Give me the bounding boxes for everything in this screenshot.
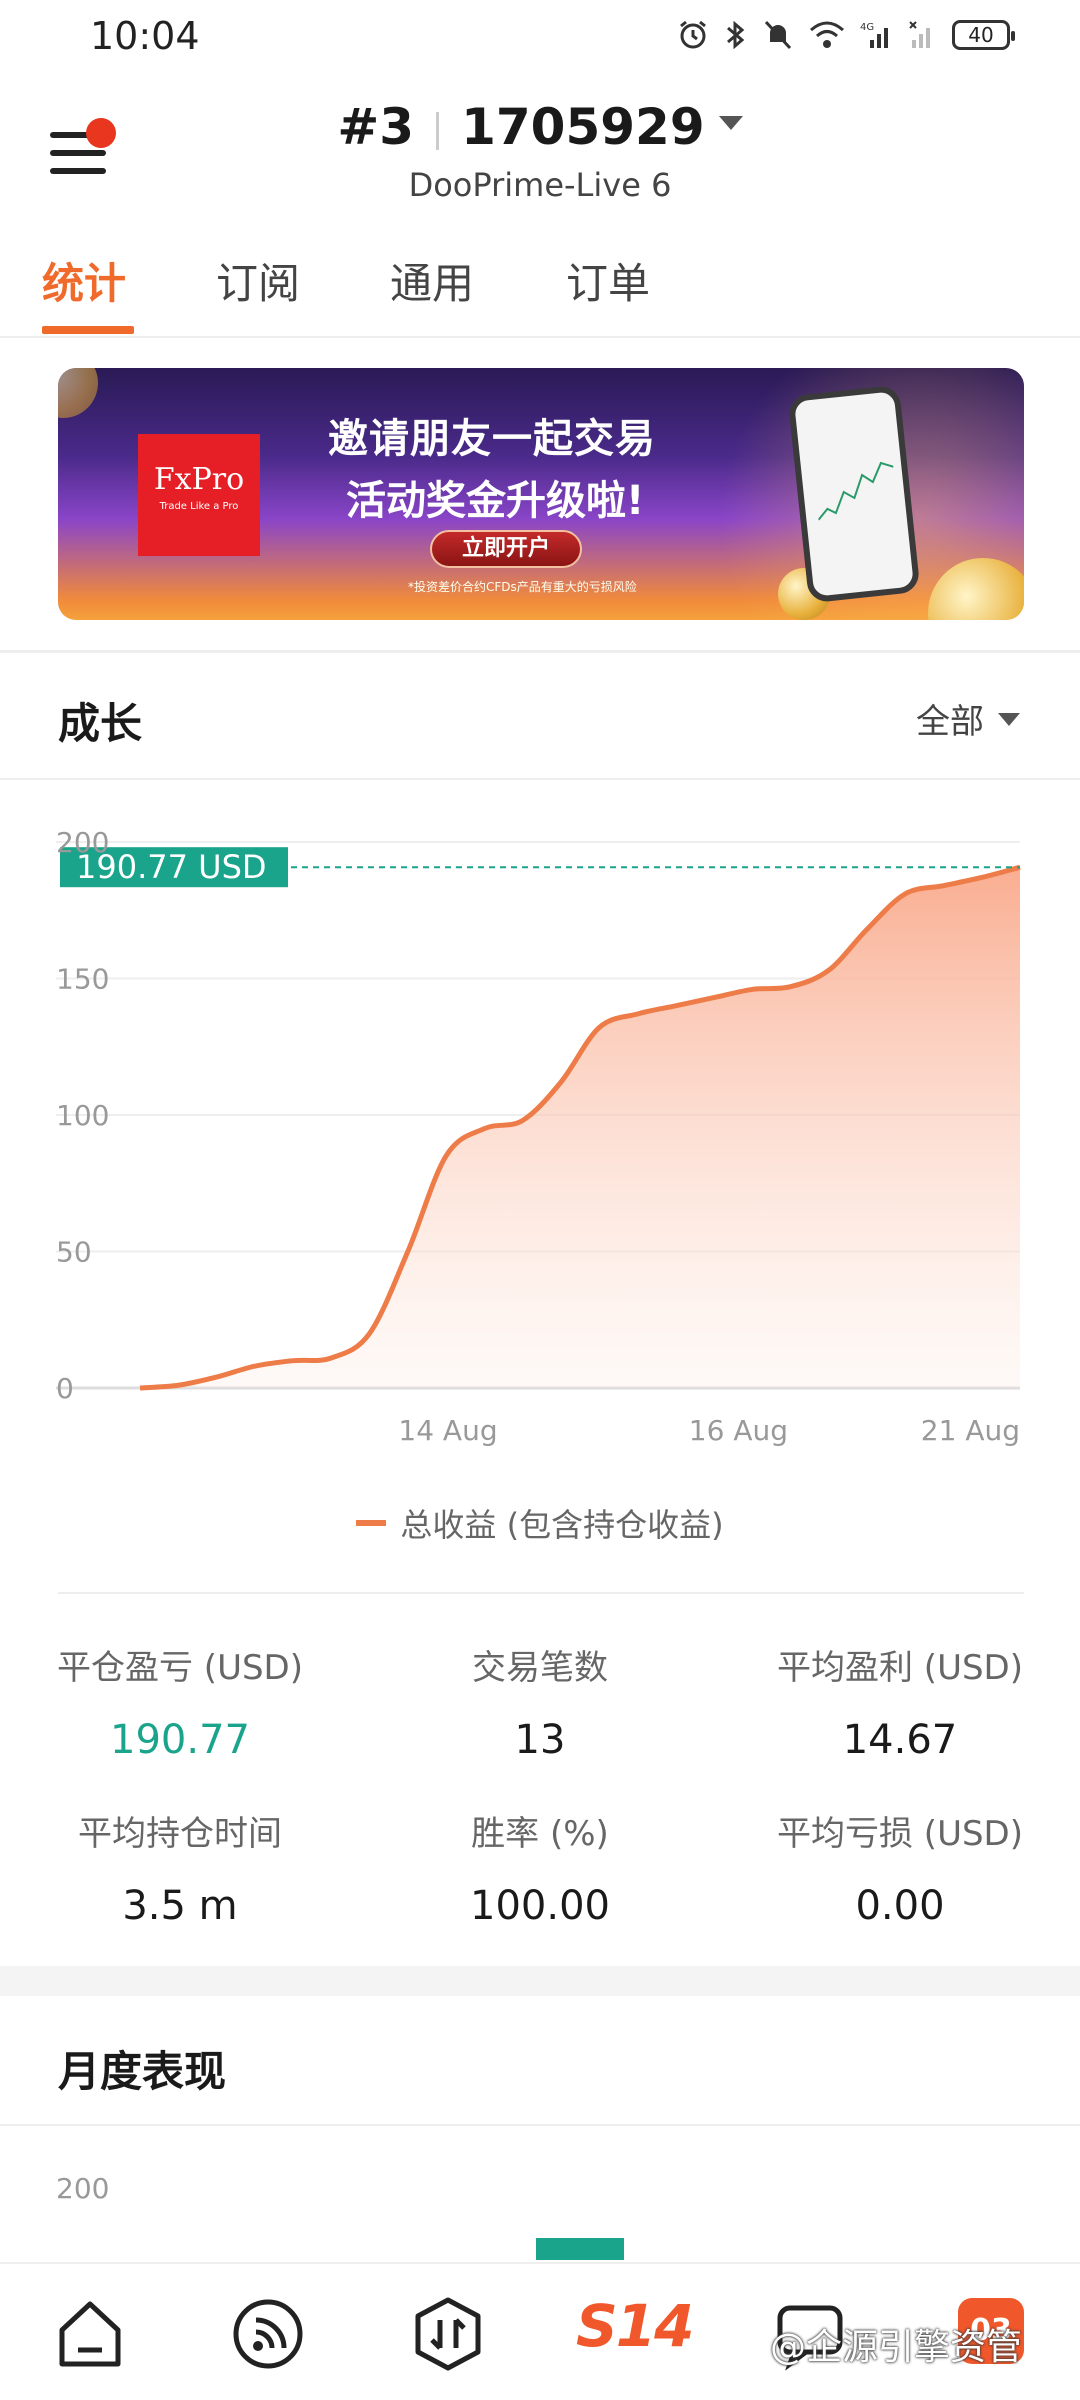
nav-signals[interactable]: [228, 2294, 308, 2374]
stat-label: 平均亏损 (USD): [777, 1814, 1023, 1854]
legend-label: 总收益 (包含持仓收益): [400, 1506, 724, 1544]
trade-icon: [415, 2297, 481, 2371]
stat-value: 100.00: [470, 1883, 610, 1929]
stat-avg-loss: 平均亏损 (USD) 0.00: [720, 1806, 1080, 1929]
signal-icon: 4G: [860, 22, 888, 48]
brand-name: FxPro: [153, 462, 245, 497]
banner-subheadline: 活动奖金升级啦!: [346, 478, 645, 524]
monthly-bar: [536, 2238, 624, 2260]
tab-orders[interactable]: 订单: [566, 250, 650, 311]
stat-avg-profit: 平均盈利 (USD) 14.67: [720, 1640, 1080, 1763]
range-select-value: 全部: [916, 702, 984, 742]
section-divider: [58, 1592, 1024, 1594]
range-select[interactable]: 全部: [916, 694, 1020, 743]
alarm-icon: [680, 20, 706, 49]
stat-value: 0.00: [855, 1883, 945, 1929]
svg-text:4G: 4G: [860, 22, 874, 33]
nav-trade[interactable]: [408, 2294, 488, 2374]
y-tick-label: 100: [56, 1099, 109, 1132]
status-time: 10:04: [90, 14, 200, 58]
brand-tagline: Trade Like a Pro: [159, 501, 239, 512]
section-gap: [0, 1966, 1080, 1996]
nav-home[interactable]: [50, 2294, 130, 2374]
status-bar: 10:04 4G 40: [0, 0, 1080, 80]
signal-icon-2: [909, 21, 930, 48]
stat-label: 平仓盈亏 (USD): [57, 1648, 303, 1688]
chevron-down-icon: [718, 115, 743, 130]
y-tick-label: 200: [56, 826, 109, 859]
y-tick-label: 150: [56, 963, 109, 996]
stat-value: 14.67: [842, 1717, 958, 1763]
phone-illustration: [787, 384, 921, 604]
x-tick-label: 14 Aug: [398, 1414, 497, 1447]
stat-value: 3.5 m: [122, 1883, 238, 1929]
growth-chart: 190.77 USD 0 50 100 150 200 14 Aug 16 Aug 21 Au…: [0, 800, 1080, 1560]
mini-chart-icon: [817, 461, 894, 521]
banner-headline: 邀请朋友一起交易: [328, 416, 656, 462]
tab-stats[interactable]: 统计: [42, 250, 126, 311]
status-icons: 4G 40: [676, 18, 1015, 52]
x-tick-label: 21 Aug: [921, 1414, 1020, 1447]
monthly-title: 月度表现: [58, 2047, 227, 2096]
banner-disclaimer: *投资差价合约CFDs产品有重大的亏损风险: [408, 580, 637, 594]
legend-swatch: [356, 1520, 387, 1526]
section-divider: [0, 650, 1080, 653]
stat-label: 平均持仓时间: [78, 1814, 282, 1854]
x-tick-label: 16 Aug: [689, 1414, 788, 1447]
stat-closed-pnl: 平仓盈亏 (USD) 190.77: [0, 1640, 360, 1763]
stat-value: 190.77: [110, 1717, 250, 1763]
bluetooth-icon: [727, 20, 745, 50]
coin-decoration: [58, 368, 98, 418]
account-server: DooPrime-Live 6: [408, 166, 672, 204]
stat-label: 平均盈利 (USD): [777, 1648, 1023, 1688]
section-divider: [0, 778, 1080, 780]
series-area: [140, 867, 1020, 1388]
account-number: #3: [337, 98, 415, 156]
chevron-down-icon: [998, 713, 1020, 726]
signal-feed-icon: [233, 2299, 303, 2369]
watermark: @企源引擎资管: [770, 2327, 1023, 2368]
y-tick-label: 50: [56, 1236, 92, 1269]
account-id: 1705929: [461, 98, 705, 156]
nav-s14[interactable]: S14: [576, 2292, 694, 2360]
stat-label: 交易笔数: [472, 1648, 608, 1688]
tab-bar: 统计 订阅 通用 订单: [0, 230, 1080, 338]
wifi-icon: [810, 21, 844, 48]
tab-general[interactable]: 通用: [390, 250, 474, 311]
stats-grid: 平仓盈亏 (USD) 190.77 交易笔数 13 平均盈利 (USD) 14.…: [0, 1630, 1080, 1930]
fxpro-logo: FxPro Trade Like a Pro: [138, 434, 260, 556]
app-header: #3 1705929 DooPrime-Live 6: [0, 80, 1080, 220]
active-tab-indicator: [42, 326, 134, 334]
stat-avg-hold-time: 平均持仓时间 3.5 m: [0, 1806, 360, 1929]
account-selector[interactable]: #3 1705929: [0, 98, 1080, 156]
title-separator: [436, 111, 440, 150]
y-tick-label: 0: [56, 1372, 74, 1405]
chart-legend: 总收益 (包含持仓收益): [0, 1500, 1080, 1546]
monthly-axis-tick: 200: [56, 2172, 110, 2205]
home-icon: [59, 2301, 121, 2367]
section-divider: [0, 2124, 1080, 2126]
mute-bell-icon: [764, 20, 792, 50]
growth-chart-svg: 190.77 USD 05010015020014 Aug 16 Aug 21 Au…: [56, 826, 1021, 1447]
growth-title: 成长: [58, 699, 143, 748]
open-account-button[interactable]: 立即开户: [430, 530, 582, 568]
promo-banner[interactable]: FxPro Trade Like a Pro 邀请朋友一起交易 活动奖金升级啦!…: [58, 368, 1024, 620]
tab-subscribe[interactable]: 订阅: [216, 250, 300, 311]
stat-value: 13: [514, 1717, 566, 1763]
stat-trade-count: 交易笔数 13: [360, 1640, 720, 1763]
stat-win-rate: 胜率 (%) 100.00: [360, 1806, 720, 1929]
battery-icon: 40: [952, 20, 1015, 50]
stat-label: 胜率 (%): [471, 1814, 609, 1854]
